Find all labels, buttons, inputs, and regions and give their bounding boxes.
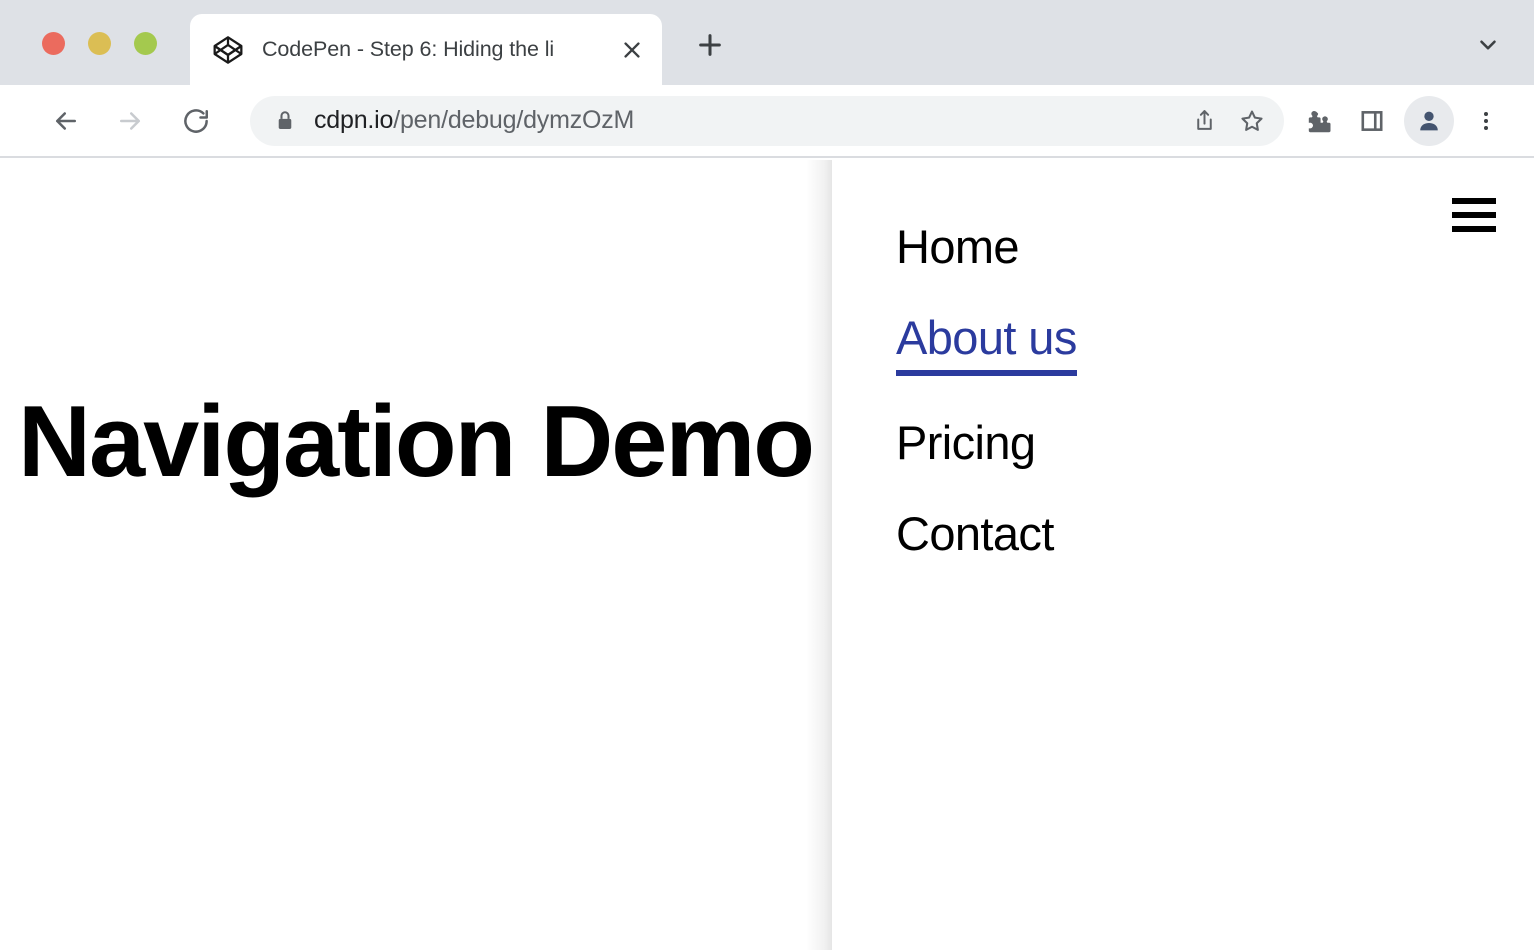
avatar-icon bbox=[1415, 107, 1443, 135]
puzzle-piece-icon[interactable] bbox=[1294, 95, 1346, 147]
window-minimize-button[interactable] bbox=[88, 32, 111, 55]
url-path: /pen/debug/dymzOzM bbox=[393, 106, 634, 134]
back-arrow-icon[interactable] bbox=[40, 95, 92, 147]
nav-link-pricing[interactable]: Pricing bbox=[896, 418, 1035, 467]
page-viewport: Navigation Demo Home About us Pricing bbox=[0, 160, 1534, 950]
list-item: About us bbox=[896, 313, 1077, 375]
nav-link-about-us[interactable]: About us bbox=[896, 313, 1077, 375]
list-item: Pricing bbox=[896, 418, 1077, 467]
window-close-button[interactable] bbox=[42, 32, 65, 55]
url-text: cdpn.io/pen/debug/dymzOzM bbox=[314, 106, 1180, 135]
side-panel-icon[interactable] bbox=[1346, 95, 1398, 147]
avatar[interactable] bbox=[1404, 96, 1454, 146]
hamburger-bar-3 bbox=[1452, 226, 1496, 232]
list-item: Contact bbox=[896, 509, 1077, 558]
codepen-icon bbox=[212, 34, 244, 66]
tab-close-button[interactable] bbox=[610, 28, 654, 72]
page-title: Navigation Demo bbox=[18, 392, 813, 493]
chevron-down-icon[interactable] bbox=[1464, 21, 1512, 69]
toolbar-actions bbox=[1294, 95, 1512, 147]
list-item: Home bbox=[896, 222, 1077, 271]
tab-strip: CodePen - Step 6: Hiding the li bbox=[0, 0, 1534, 85]
lock-icon bbox=[272, 108, 298, 134]
star-icon[interactable] bbox=[1228, 97, 1276, 145]
hamburger-bar-1 bbox=[1452, 198, 1496, 204]
navigation-panel: Home About us Pricing Contact bbox=[832, 160, 1534, 950]
browser-toolbar: cdpn.io/pen/debug/dymzOzM bbox=[0, 85, 1534, 158]
hamburger-bar-2 bbox=[1452, 212, 1496, 218]
url-bar[interactable]: cdpn.io/pen/debug/dymzOzM bbox=[250, 96, 1284, 146]
nav-list: Home About us Pricing Contact bbox=[896, 222, 1077, 558]
url-host: cdpn.io bbox=[314, 106, 393, 134]
reload-icon[interactable] bbox=[170, 95, 222, 147]
nav-link-contact[interactable]: Contact bbox=[896, 509, 1054, 558]
window-controls bbox=[42, 32, 157, 55]
nav-link-home[interactable]: Home bbox=[896, 222, 1019, 271]
share-icon[interactable] bbox=[1180, 97, 1228, 145]
browser-window: CodePen - Step 6: Hiding the li bbox=[0, 0, 1534, 950]
new-tab-button[interactable] bbox=[682, 17, 738, 73]
nav-panel-shadow bbox=[806, 160, 832, 950]
tab-title: CodePen - Step 6: Hiding the li bbox=[262, 37, 610, 62]
forward-arrow-icon[interactable] bbox=[104, 95, 156, 147]
hamburger-menu-icon[interactable] bbox=[1452, 198, 1496, 232]
three-dot-menu-icon[interactable] bbox=[1460, 95, 1512, 147]
window-maximize-button[interactable] bbox=[134, 32, 157, 55]
browser-tab-active[interactable]: CodePen - Step 6: Hiding the li bbox=[190, 14, 662, 85]
